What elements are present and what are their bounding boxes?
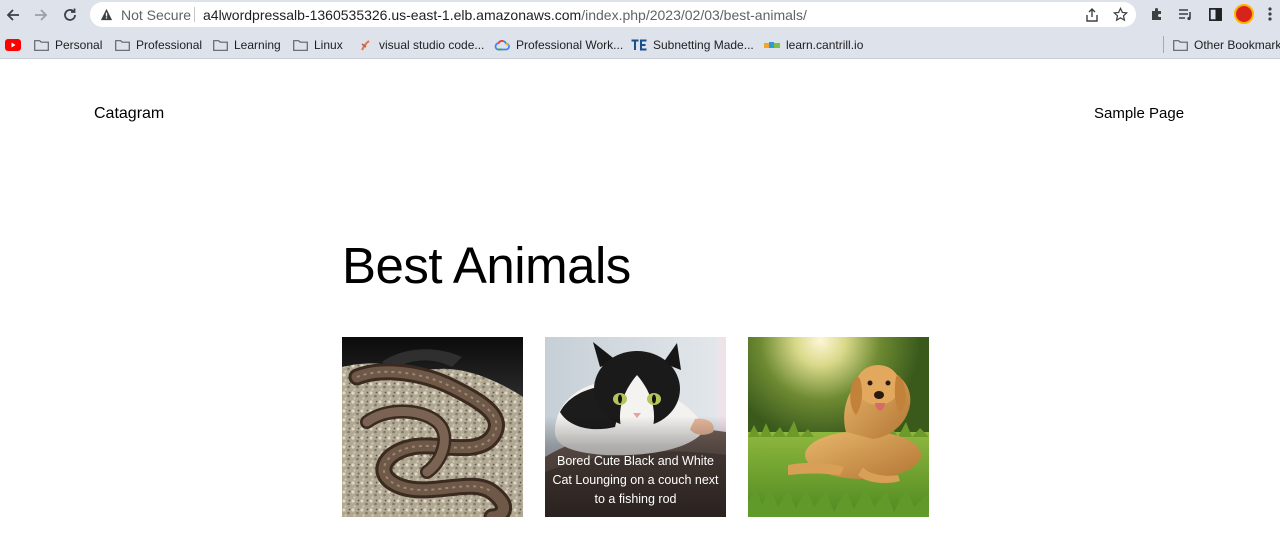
- site-title[interactable]: Catagram: [94, 105, 164, 123]
- media-list-icon: [1179, 9, 1191, 21]
- folder-icon: [34, 39, 49, 51]
- bookmark-label: Linux: [314, 38, 343, 52]
- bookmark-label: learn.cantrill.io: [786, 38, 864, 52]
- url-text[interactable]: a4lwordpressalb-1360535326.us-east-1.elb…: [203, 7, 807, 23]
- menu-button[interactable]: [1260, 4, 1280, 24]
- puzzle-icon: [1152, 8, 1161, 20]
- bookmark-folder-learning[interactable]: Learning: [213, 37, 281, 53]
- gallery-image-snake[interactable]: [342, 337, 523, 517]
- extensions-button[interactable]: [1147, 4, 1167, 24]
- gallery-image-dog[interactable]: [748, 337, 929, 517]
- bookmarks-bar: Personal Professional Learning Linux vis…: [0, 30, 1280, 59]
- browser-toolbar: Not Secure a4lwordpressalb-1360535326.us…: [0, 0, 1280, 30]
- address-bar[interactable]: Not Secure a4lwordpressalb-1360535326.us…: [90, 2, 1136, 27]
- te-icon: [631, 39, 647, 51]
- bookmark-folder-professional[interactable]: Professional: [115, 37, 202, 53]
- bookmark-star-button[interactable]: [1112, 6, 1129, 23]
- bookmarks-separator: [1163, 36, 1164, 53]
- nav-link-sample-page[interactable]: Sample Page: [1094, 105, 1184, 122]
- bookmark-label: Subnetting Made...: [653, 38, 754, 52]
- bookmark-folder-personal[interactable]: Personal: [34, 37, 102, 53]
- share-button[interactable]: [1083, 6, 1100, 23]
- side-panel-icon: [1208, 7, 1222, 21]
- arrow-right-icon: [35, 9, 48, 21]
- bookmark-label: Professional Work...: [516, 38, 624, 52]
- forward-button[interactable]: [30, 4, 52, 26]
- post-title: Best Animals: [342, 237, 631, 294]
- arrow-left-icon: [6, 9, 19, 21]
- gallery-caption: Bored Cute Black and White Cat Lounging …: [545, 416, 726, 517]
- folder-icon: [213, 39, 228, 51]
- bookmark-professional-work[interactable]: Professional Work...: [494, 37, 623, 53]
- bookmark-subnetting[interactable]: Subnetting Made...: [631, 37, 754, 53]
- more-vertical-icon: [1268, 7, 1272, 21]
- gallery-image-cat[interactable]: Bored Cute Black and White Cat Lounging …: [545, 337, 726, 517]
- bookmark-label: Professional: [136, 38, 203, 52]
- share-icon: [1085, 7, 1098, 22]
- bookmark-label: visual studio code...: [379, 38, 485, 52]
- bookmark-vscode[interactable]: visual studio code...: [359, 37, 484, 53]
- bookmark-label: Learning: [234, 38, 281, 52]
- bookmark-cantrill[interactable]: learn.cantrill.io: [764, 37, 863, 53]
- folder-icon: [293, 39, 308, 51]
- google-cloud-icon: [494, 40, 510, 51]
- vscode-icon: [361, 39, 370, 50]
- side-panel-button[interactable]: [1205, 4, 1225, 24]
- folder-icon: [115, 39, 130, 51]
- snake-image: [342, 337, 523, 517]
- reload-icon: [64, 8, 76, 21]
- security-label[interactable]: Not Secure: [121, 7, 191, 23]
- profile-avatar[interactable]: [1234, 4, 1254, 24]
- star-icon: [1113, 7, 1128, 22]
- cantrill-icon: [764, 42, 780, 48]
- security-divider: [194, 7, 195, 22]
- url-host: a4lwordpressalb-1360535326.us-east-1.elb…: [203, 7, 582, 23]
- reload-button[interactable]: [59, 4, 81, 26]
- youtube-icon: [5, 39, 21, 51]
- bookmark-folder-linux[interactable]: Linux: [293, 37, 343, 53]
- dog-image: [748, 337, 929, 517]
- url-path: /index.php/2023/02/03/best-animals/: [581, 7, 807, 23]
- bookmark-folder-other[interactable]: Other Bookmarks: [1173, 37, 1280, 53]
- folder-icon: [1173, 39, 1188, 51]
- bookmark-label: Other Bookmarks: [1194, 38, 1280, 52]
- warning-icon: [100, 8, 113, 21]
- bookmark-youtube[interactable]: [5, 37, 21, 53]
- bookmark-label: Personal: [55, 38, 103, 52]
- back-button[interactable]: [2, 4, 24, 26]
- reading-list-button[interactable]: [1175, 4, 1195, 24]
